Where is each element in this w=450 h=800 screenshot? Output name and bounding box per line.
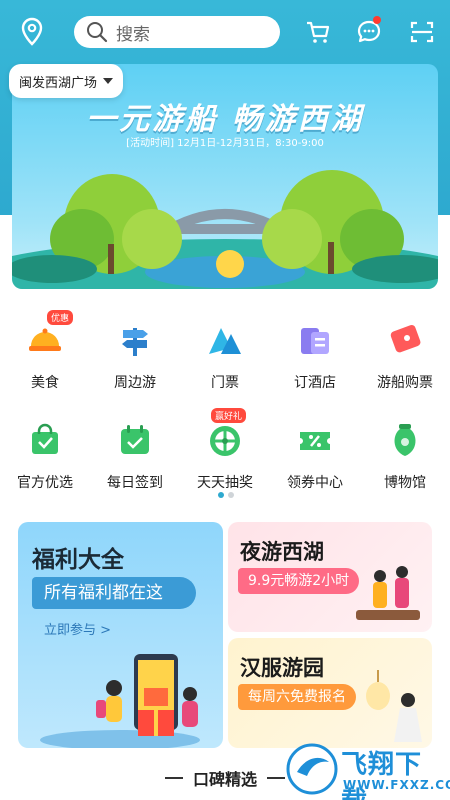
night-tour-pill: 9.9元畅游2小时 <box>238 568 360 594</box>
grid-item-label: 美食 <box>31 375 59 391</box>
shopping-bag-icon <box>25 420 65 460</box>
mountain-ticket-icon <box>205 320 245 360</box>
section-divider <box>164 777 183 779</box>
grid-item-nearby[interactable]: 周边游 <box>90 320 180 392</box>
search-placeholder: 搜索 <box>116 24 150 45</box>
grid-item-boat-ticket[interactable]: 游船购票 <box>360 320 450 392</box>
grid-item-label: 游船购票 <box>377 375 433 391</box>
scan-icon[interactable] <box>408 18 436 46</box>
grid-item-label: 每日签到 <box>107 475 163 491</box>
welfare-card[interactable]: 福利大全 所有福利都在这 立即参与 > <box>18 522 223 748</box>
grid-item-daily-checkin[interactable]: 每日签到 <box>90 420 180 492</box>
cart-icon[interactable] <box>304 18 332 46</box>
ticket-icon <box>385 320 425 360</box>
phone-gifts-illustration <box>40 654 200 748</box>
grid-item-tickets[interactable]: 门票 <box>180 320 270 392</box>
night-tour-card[interactable]: 夜游西湖 9.9元畅游2小时 <box>228 522 432 632</box>
welfare-card-pill: 所有福利都在这 <box>32 577 196 609</box>
page-indicator <box>218 492 234 498</box>
location-selector[interactable]: 闽发西湖广场 <box>9 64 124 98</box>
dropdown-caret-icon <box>103 78 114 84</box>
grid-item-lottery[interactable]: 赢好礼 天天抽奖 <box>180 408 270 492</box>
hanfu-title: 汉服游园 <box>240 656 324 680</box>
banner-title: 一元游船 畅游西湖 <box>86 102 364 137</box>
prize-tag: 赢好礼 <box>211 408 247 423</box>
top-bar: 搜索 <box>0 0 450 64</box>
location-label: 闽发西湖广场 <box>19 75 98 91</box>
page-dot-active <box>218 492 224 498</box>
grid-item-official-picks[interactable]: 官方优选 <box>0 420 90 492</box>
food-icon: 优惠 <box>25 310 74 360</box>
notification-dot <box>373 16 381 24</box>
welfare-card-title: 福利大全 <box>32 547 124 573</box>
location-icon[interactable] <box>18 16 46 48</box>
banner-subtitle: [活动时间] 12月1日-12月31日，8:30-9:00 <box>126 138 324 149</box>
grid-item-label: 订酒店 <box>294 375 336 391</box>
grid-item-coupon-center[interactable]: 领券中心 <box>270 420 360 492</box>
grid-item-label: 领券中心 <box>287 475 343 491</box>
search-icon <box>87 22 108 43</box>
watermark-url: WWW.FXXZ.COM <box>343 778 450 792</box>
lantern-illustration <box>366 670 422 742</box>
section-title: 口碑精选 <box>192 770 257 789</box>
hotel-icon <box>295 320 335 360</box>
grid-item-museum[interactable]: 博物馆 <box>360 420 450 492</box>
discount-tag: 优惠 <box>47 310 74 325</box>
coupon-icon <box>295 420 335 460</box>
search-input[interactable]: 搜索 <box>74 16 280 48</box>
night-boat-illustration <box>356 566 420 620</box>
hanfu-card[interactable]: 汉服游园 每周六免费报名 <box>228 638 432 748</box>
night-tour-title: 夜游西湖 <box>240 540 324 564</box>
watermark-emblem-icon <box>286 743 338 795</box>
calendar-check-icon <box>115 420 155 460</box>
prize-wheel-icon: 赢好礼 <box>205 408 247 460</box>
grid-item-food[interactable]: 优惠 美食 <box>0 310 90 392</box>
hanfu-pill: 每周六免费报名 <box>238 684 356 710</box>
page-dot <box>228 492 234 498</box>
signpost-icon <box>115 320 155 360</box>
grid-item-label: 天天抽奖 <box>197 475 253 491</box>
message-icon[interactable] <box>355 16 383 46</box>
icon-grid-row-2: 官方优选 每日签到 赢好礼 天天抽奖 领券中心 博物馆 <box>0 408 450 492</box>
grid-item-hotel[interactable]: 订酒店 <box>270 320 360 392</box>
grid-item-label: 官方优选 <box>17 475 73 491</box>
icon-grid-row-1: 优惠 美食 周边游 门票 订酒店 游船购票 <box>0 310 450 392</box>
vase-icon <box>385 420 425 460</box>
grid-item-label: 博物馆 <box>384 475 426 491</box>
watermark-logo: 飞翔下载 WWW.FXXZ.COM <box>283 738 450 800</box>
grid-item-label: 周边游 <box>114 375 156 391</box>
grid-item-label: 门票 <box>211 375 239 391</box>
